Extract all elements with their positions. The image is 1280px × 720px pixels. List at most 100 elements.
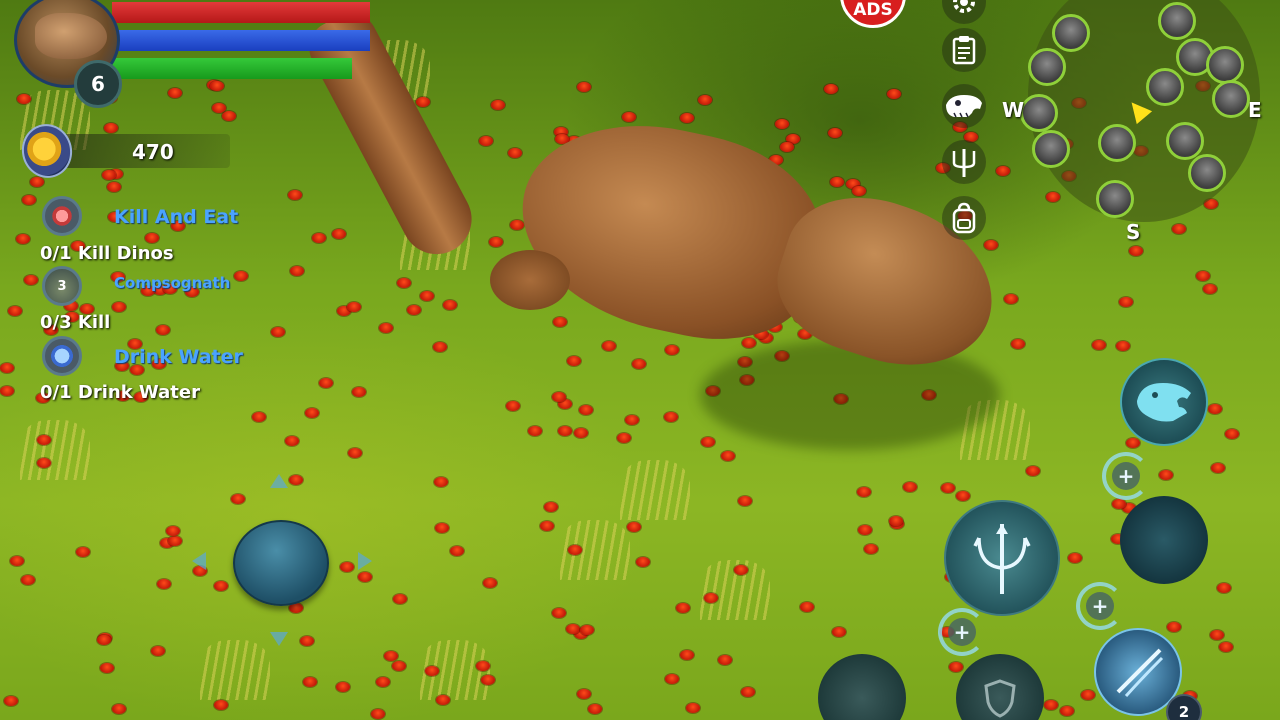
poppy-flower [852, 186, 866, 196]
poppy-flower [271, 327, 285, 337]
poppy-flower [476, 661, 490, 671]
enemy-marker [1158, 2, 1196, 40]
poppy-flower [622, 112, 636, 122]
quest-progress: 0/1 Drink Water [40, 382, 200, 403]
poppy-flower [830, 177, 844, 187]
poppy-flower [352, 387, 366, 397]
poppy-flower [384, 651, 398, 661]
poppy-flower [1119, 297, 1133, 307]
poppy-flower [889, 516, 903, 526]
quest-title[interactable]: Compsognath [114, 274, 230, 292]
compsognathus-icon[interactable]: 3 [42, 266, 82, 306]
poppy-flower [1211, 463, 1225, 473]
water-drop-icon[interactable] [42, 336, 82, 376]
poppy-flower [832, 627, 846, 637]
poppy-flower [489, 237, 503, 247]
poppy-flower [17, 94, 31, 104]
poppy-flower [552, 608, 566, 618]
poppy-flower [580, 625, 594, 635]
poppy-flower [156, 325, 170, 335]
poppy-flower [407, 305, 421, 315]
quest-title[interactable]: Drink Water [114, 346, 243, 368]
poppy-flower [1092, 340, 1106, 350]
backpack-icon [952, 202, 976, 234]
poppy-flower [996, 166, 1010, 176]
claw-slash-icon [1116, 648, 1164, 698]
quest-progress: 0/1 Kill Dinos [40, 243, 174, 264]
skill-slot-button[interactable] [1120, 496, 1208, 584]
poppy-flower [508, 148, 522, 158]
dino-skull-icon [946, 95, 982, 118]
enemy-marker [1032, 130, 1070, 168]
poppy-flower [617, 433, 631, 443]
poppy-flower [76, 547, 90, 557]
poppy-flower [37, 458, 51, 468]
add-skill-button[interactable]: + [1076, 582, 1124, 630]
grass-tuft [620, 460, 690, 520]
poppy-flower [1004, 294, 1018, 304]
poppy-flower [290, 266, 304, 276]
meat-icon[interactable] [42, 196, 82, 236]
poppy-flower [903, 482, 917, 492]
poppy-flower [1203, 284, 1217, 294]
poppy-flower [956, 491, 970, 501]
quests-button[interactable] [942, 28, 986, 72]
poppy-flower [552, 392, 566, 402]
enemy-marker [1206, 46, 1244, 84]
poppy-flower [434, 477, 448, 487]
poppy-flower [1219, 642, 1233, 652]
poppy-flower [22, 195, 36, 205]
poppy-flower [145, 233, 159, 243]
poppy-flower [107, 182, 121, 192]
inventory-button[interactable] [942, 196, 986, 240]
poppy-flower [1129, 246, 1143, 256]
enemy-marker [1096, 180, 1134, 218]
poppy-flower [718, 655, 732, 665]
add-skill-button[interactable]: + [1102, 452, 1150, 500]
dino-select-button[interactable] [942, 84, 986, 128]
poppy-flower [1210, 630, 1224, 640]
gear-icon [953, 0, 975, 13]
poppy-flower [704, 593, 718, 603]
poppy-flower [420, 291, 434, 301]
poppy-flower [664, 412, 678, 422]
dino-shadow [700, 340, 1000, 450]
arrow-up-icon [270, 474, 288, 488]
joystick-knob[interactable] [233, 520, 329, 606]
clipboard-icon [952, 36, 976, 65]
quest-title[interactable]: Kill And Eat [114, 206, 238, 228]
trex-leg [490, 250, 570, 310]
poppy-flower [625, 415, 639, 425]
stamina-bar [112, 30, 370, 51]
compass-west: W [1002, 98, 1025, 122]
poppy-flower [1046, 192, 1060, 202]
poppy-flower [425, 666, 439, 676]
poppy-flower [112, 302, 126, 312]
plus-icon: + [1086, 592, 1114, 620]
roar-button[interactable] [1120, 358, 1208, 446]
poppy-flower [37, 435, 51, 445]
poppy-flower [1172, 224, 1186, 234]
add-skill-button[interactable]: + [938, 608, 986, 656]
poppy-flower [336, 682, 350, 692]
skills-button[interactable] [942, 140, 986, 184]
poppy-flower [97, 635, 111, 645]
enemy-marker [1098, 124, 1136, 162]
poppy-flower [665, 674, 679, 684]
grass-tuft [20, 420, 90, 480]
arrow-down-icon [270, 632, 288, 646]
attack-button[interactable] [944, 500, 1060, 616]
poppy-flower [558, 426, 572, 436]
coin-value: 470 [132, 140, 174, 164]
poppy-flower [887, 89, 901, 99]
poppy-flower [568, 545, 582, 555]
poppy-flower [1217, 583, 1231, 593]
coin-icon [16, 119, 78, 183]
hunger-bar [112, 58, 352, 79]
poppy-flower [528, 426, 542, 436]
poppy-flower [10, 556, 24, 566]
poppy-flower [1026, 466, 1040, 476]
compass-south: S [1126, 220, 1141, 244]
poppy-flower [371, 709, 385, 719]
poppy-flower [721, 451, 735, 461]
